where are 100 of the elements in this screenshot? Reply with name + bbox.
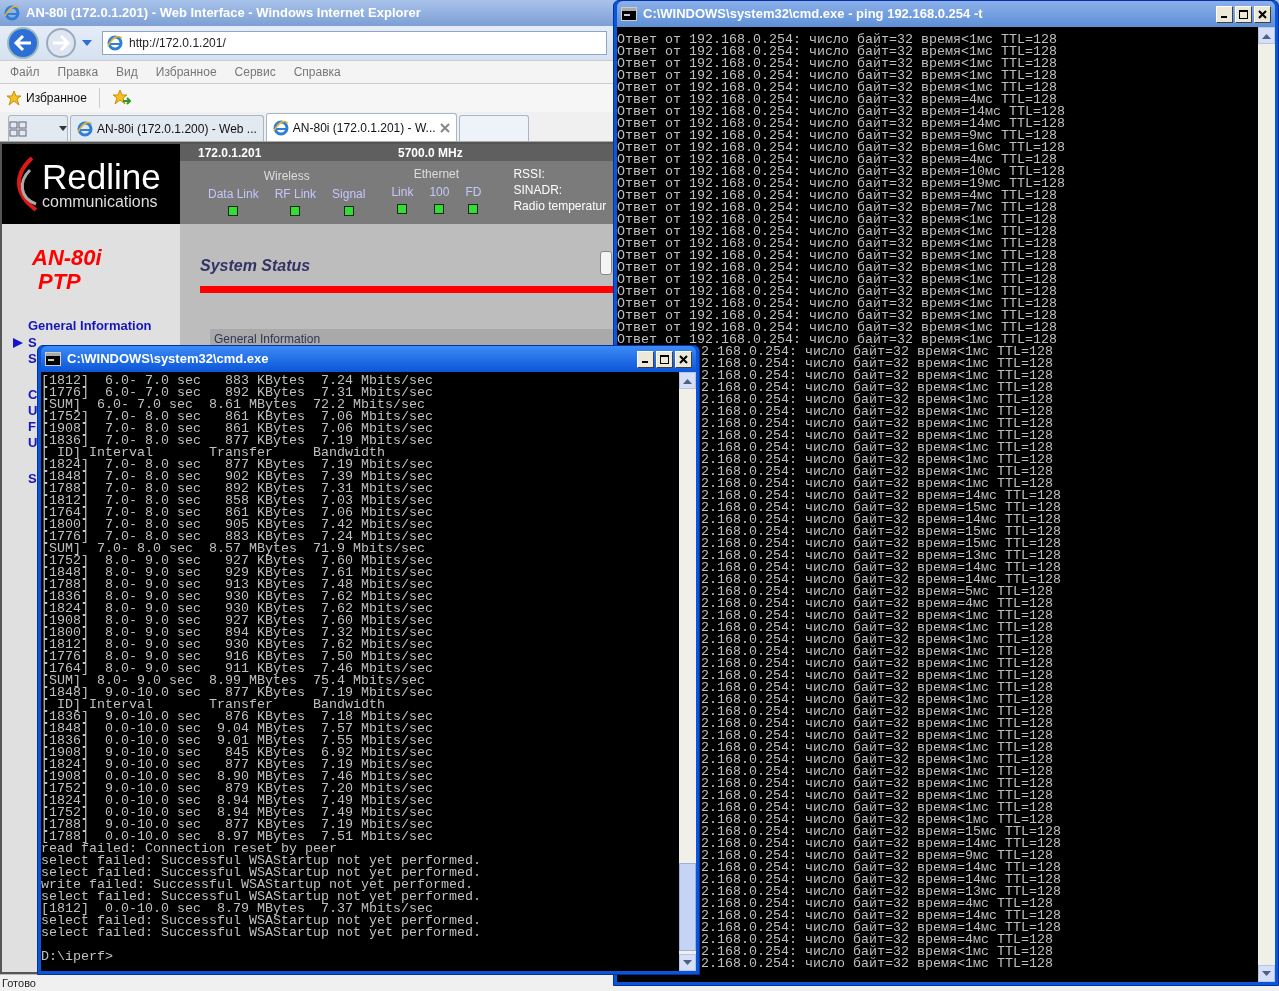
menu-item[interactable]: Сервис: [234, 63, 276, 81]
back-button[interactable]: [6, 26, 40, 60]
menu-item[interactable]: Правка: [57, 63, 99, 81]
console-line: Ответ от 192.168.0.254: число байт=32 время<1мс TTL=128: [617, 238, 1058, 250]
console-line: Ответ от 192.168.0.254: число байт=32 время<1мс TTL=128: [617, 310, 1058, 322]
close-button[interactable]: [675, 350, 692, 368]
sidebar-item[interactable]: U: [28, 434, 38, 451]
console-line: [1752] 7.0- 8.0 sec 861 KBytes 7.06 Mbits/sec: [41, 411, 434, 423]
sidebar-item[interactable]: S: [28, 334, 37, 351]
console-line: Ответ от 192.168.0.254: число байт=32 время=7мс TTL=128: [617, 202, 1058, 214]
menu-item[interactable]: Файл: [10, 63, 40, 81]
console-line: Ответ от 192.168.0.254: число байт=32 время<1мс TTL=128: [617, 46, 1058, 58]
close-icon[interactable]: [679, 354, 688, 364]
menu-item[interactable]: Избранное: [155, 63, 217, 81]
console-line: 2.168.0.254: число байт=32 время<1мс TTL=128: [701, 694, 1054, 706]
down-arrow-icon[interactable]: [1262, 970, 1271, 977]
console-line: [SUM] 6.0- 7.0 sec 8.61 MBytes 72.2 Mbits/sec: [41, 399, 425, 411]
minimize-button[interactable]: [1216, 5, 1233, 23]
console-line: [1776] 6.0- 7.0 sec 892 KBytes 7.31 Mbits/sec: [41, 387, 434, 399]
command-prompt[interactable]: D:\iperf>: [41, 951, 679, 963]
console-line: 2.168.0.254: число байт=32 время=14мс TTL=128: [701, 574, 1062, 586]
caret-icon[interactable]: [59, 125, 67, 132]
console-line: 2.168.0.254: число байт=32 время<1мс TTL=128: [701, 706, 1054, 718]
console-line: [1824] 7.0- 8.0 sec 877 KBytes 7.19 Mbits/sec: [41, 459, 434, 471]
console-line: 2.168.0.254: число байт=32 время=4мс TTL=128: [701, 598, 1054, 610]
grid-icon[interactable]: [9, 120, 27, 137]
sidebar-link[interactable]: General Information: [28, 316, 152, 336]
console-line: [SUM] 7.0- 8.0 sec 8.57 MBytes 71.9 Mbits/sec: [41, 543, 425, 555]
menu-item[interactable]: Вид: [116, 63, 138, 81]
sidebar-item[interactable]: F: [28, 418, 36, 435]
maximize-icon[interactable]: [1239, 9, 1248, 19]
menu-item[interactable]: Справка: [293, 63, 341, 81]
console-line: 2.168.0.254: число байт=32 время=13мс TTL=128: [701, 886, 1062, 898]
console-line: 2.168.0.254: число байт=32 время=14мс TTL=128: [701, 862, 1062, 874]
star-icon[interactable]: [6, 90, 22, 106]
close-button[interactable]: [1254, 5, 1271, 23]
window-title: C:\WINDOWS\system32\cmd.exe - ping 192.168.0.254 -t: [643, 5, 983, 24]
console-line: 2.168.0.254: число байт=32 время<1мс TTL=128: [701, 790, 1054, 802]
console-line: [1788] 9.0-10.0 sec 877 KBytes 7.19 Mbits/sec: [41, 819, 434, 831]
page-button[interactable]: [600, 251, 612, 275]
scrollbar[interactable]: [679, 372, 696, 971]
console-line: 2.168.0.254: число байт=32 время=15мс TTL=128: [701, 502, 1062, 514]
console-line: [ ID] Interval Transfer Bandwidth: [41, 447, 385, 459]
indicator-label: FD: [465, 184, 482, 201]
down-arrow-icon[interactable]: [683, 959, 692, 966]
mode-label: PTP: [37, 270, 82, 295]
add-favorite-icon[interactable]: [111, 89, 132, 107]
console-line: 2.168.0.254: число байт=32 время=15мс TTL=128: [701, 538, 1062, 550]
console-line: 2.168.0.254: число байт=32 время<1мс TTL=128: [701, 394, 1054, 406]
minimize-button[interactable]: [637, 350, 654, 368]
up-arrow-icon[interactable]: [683, 377, 692, 384]
sidebar-item[interactable]: S: [28, 350, 37, 367]
console-line: 2.168.0.254: число байт=32 время=14мс TTL=128: [701, 514, 1062, 526]
console-line: 2.168.0.254: число байт=32 время<1мс TTL=128: [701, 766, 1054, 778]
console-line: read failed: Connection reset by peer: [41, 843, 338, 855]
console-line: 2.168.0.254: число байт=32 время<1мс TTL=128: [701, 682, 1054, 694]
console-line: [1908] 0.0-10.0 sec 8.90 MBytes 7.46 Mbits/sec: [41, 771, 434, 783]
browser-tab[interactable]: AN-80i (172.0.1.201) - W...: [265, 113, 457, 141]
maximize-button[interactable]: [1235, 5, 1252, 23]
indicator-label: Link: [391, 184, 414, 201]
indicator-label: 100: [429, 184, 450, 201]
console-line: [1788] 7.0- 8.0 sec 892 KBytes 7.31 Mbits/sec: [41, 483, 434, 495]
sidebar-item[interactable]: S: [28, 470, 37, 487]
console-line: Ответ от 192.168.0.254: число байт=32 время=9мс TTL=128: [617, 130, 1057, 142]
maximize-button[interactable]: [656, 350, 673, 368]
console-line: 2.168.0.254: число байт=32 время=14мс TTL=128: [701, 838, 1062, 850]
console-line: 2.168.0.254: число байт=32 время=15мс TTL=128: [701, 826, 1062, 838]
scrollbar-thumb[interactable]: [679, 863, 696, 951]
address-field[interactable]: http://172.0.1.201/: [102, 31, 607, 55]
console-line: 2.168.0.254: число байт=32 время<1мс TTL=128: [701, 454, 1054, 466]
up-arrow-icon[interactable]: [1262, 32, 1271, 39]
console-line: Ответ от 192.168.0.254: число байт=32 время<1мс TTL=128: [617, 34, 1058, 46]
console-line: 2.168.0.254: число байт=32 время<1мс TTL=128: [701, 658, 1054, 670]
console-line: 2.168.0.254: число байт=32 время=5мс TTL=128: [701, 586, 1054, 598]
console-line: [1812] 7.0- 8.0 sec 858 KBytes 7.03 Mbits/sec: [41, 495, 434, 507]
console-line: Ответ от 192.168.0.254: число байт=32 время=14мс TTL=128: [617, 118, 1066, 130]
console-line: 2.168.0.254: число байт=32 время<1мс TTL=128: [701, 478, 1053, 490]
scrollbar[interactable]: [1258, 27, 1275, 982]
console-line: [1776] 8.0- 9.0 sec 916 KBytes 7.50 Mbits/sec: [41, 651, 434, 663]
browser-tab[interactable]: AN-80i (172.0.1.200) - Web ...: [70, 115, 264, 141]
console-line: [1836] 8.0- 9.0 sec 930 KBytes 7.62 Mbits/sec: [41, 591, 434, 603]
console-line: Ответ от 192.168.0.254: число байт=32 время<1мс TTL=128: [617, 70, 1058, 82]
console-line: 2.168.0.254: число байт=32 время<1мс TTL=128: [701, 742, 1054, 754]
console-line: 2.168.0.254: число байт=32 время=15мс TTL=128: [701, 526, 1062, 538]
console-line: Ответ от 192.168.0.254: число байт=32 время=19мс TTL=128: [617, 178, 1066, 190]
console-line: 2.168.0.254: число байт=32 время<1мс TTL=128: [701, 418, 1054, 430]
console-line: 2.168.0.254: число байт=32 время<1мс TTL=128: [701, 754, 1054, 766]
dropdown-arrow-icon[interactable]: [82, 39, 92, 47]
console-line: [1752] 9.0-10.0 sec 879 KBytes 7.20 Mbits/sec: [41, 783, 434, 795]
console-line: [1764] 7.0- 8.0 sec 861 KBytes 7.06 Mbits/sec: [41, 507, 434, 519]
readout-label: Radio temperatur: [513, 198, 607, 214]
favorites-button[interactable]: Избранное: [6, 89, 87, 107]
close-icon[interactable]: [1258, 9, 1267, 19]
console-line: [1752] 8.0- 9.0 sec 927 KBytes 7.60 Mbits/sec: [41, 555, 434, 567]
console-line: 2.168.0.254: число байт=32 время=4мс TTL=128: [701, 934, 1054, 946]
console-line: [1800] 8.0- 9.0 sec 894 KBytes 7.32 Mbits/sec: [41, 627, 434, 639]
sidebar-item[interactable]: U: [28, 402, 38, 419]
sidebar-item[interactable]: C: [28, 386, 38, 403]
console-line: [SUM] 8.0- 9.0 sec 8.99 MBytes 75.4 Mbits/sec: [41, 675, 425, 687]
maximize-icon[interactable]: [660, 354, 669, 364]
